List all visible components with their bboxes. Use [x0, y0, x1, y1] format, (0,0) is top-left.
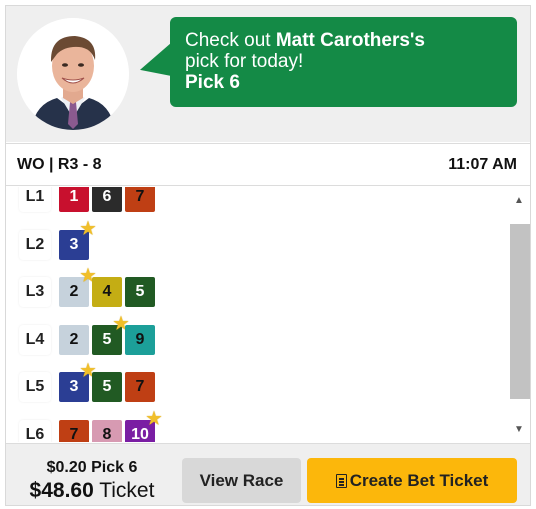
program-number: 9 — [125, 324, 155, 355]
race-info-row: WO | R3 - 8 11:07 AM — [6, 143, 530, 186]
program-number-label: 10 — [131, 425, 149, 443]
program-number: 6 — [92, 187, 122, 212]
leg-label: L5 — [19, 372, 51, 402]
chevron-down-icon[interactable]: ▼ — [508, 422, 530, 438]
program-number: 10 ★ — [125, 410, 162, 443]
program-number-label: 7 — [135, 188, 145, 205]
leg-label: L4 — [19, 324, 51, 355]
star-icon: ★ — [80, 218, 96, 238]
legs-list: L11★67L23★L32★45L425★9L53★57L67810★ — [6, 187, 506, 442]
program-number-label: 2 — [69, 283, 79, 300]
leg-label: L6 — [19, 419, 51, 442]
program-number: 2 ★ — [59, 267, 96, 307]
program-number: 5 — [125, 277, 155, 307]
race-id: WO | R3 - 8 — [17, 156, 102, 173]
program-number-label: 8 — [102, 425, 112, 443]
program-number: 7 — [125, 187, 155, 212]
program-number: 1★ — [59, 187, 96, 212]
race-time: 11:07 AM — [448, 156, 517, 173]
scrollbar-thumb[interactable] — [510, 224, 530, 399]
program-number-label: 5 — [135, 283, 145, 300]
program-number-label: 9 — [135, 330, 145, 348]
chevron-up-icon[interactable]: ▲ — [508, 193, 530, 209]
message-suffix: pick for today! — [185, 51, 304, 72]
program-number-label: 1 — [69, 188, 79, 205]
bet-type: $0.20 Pick 6 — [46, 459, 138, 476]
ticket-total: $48.60 Ticket — [6, 479, 178, 503]
pick-panel: Check out Matt Carothers's pick for toda… — [5, 5, 531, 506]
create-bet-ticket-button[interactable]: Create Bet Ticket — [307, 458, 517, 503]
handicapper-avatar — [17, 18, 129, 130]
speech-bubble: Check out Matt Carothers's pick for toda… — [170, 17, 517, 107]
ticket-total-suffix: Ticket — [93, 479, 155, 502]
leg-label: L2 — [19, 229, 51, 260]
program-number-label: 5 — [102, 330, 112, 348]
program-number-label: 2 — [69, 330, 79, 348]
bet-name: Pick 6 — [185, 72, 240, 93]
create-bet-ticket-label: Create Bet Ticket — [349, 471, 489, 490]
message-prefix: Check out — [185, 30, 276, 51]
program-number-label: 7 — [69, 425, 79, 443]
program-number-label: 4 — [102, 283, 112, 300]
speech-bubble-tail — [140, 42, 172, 88]
view-race-button[interactable]: View Race — [182, 458, 301, 503]
program-number: 8 — [92, 419, 122, 443]
ticket-footer: $0.20 Pick 6 $48.60 Ticket View Race Cre… — [6, 443, 530, 505]
leg-label: L3 — [19, 277, 51, 307]
leg-label: L1 — [19, 187, 51, 212]
program-number: 4 — [92, 277, 122, 307]
program-number-label: 6 — [102, 188, 112, 205]
ticket-icon — [335, 474, 347, 488]
star-icon: ★ — [146, 408, 162, 428]
handicapper-header: Check out Matt Carothers's pick for toda… — [6, 6, 530, 142]
program-number-label: 3 — [69, 235, 79, 253]
legs-scrollbar[interactable]: ▲ ▼ — [508, 187, 530, 442]
program-number: 2 — [59, 324, 89, 355]
program-number: 3 ★ — [59, 220, 96, 260]
program-number: 7 — [59, 419, 89, 443]
ticket-total-amount: $48.60 — [29, 479, 94, 502]
program-number-label: 7 — [135, 378, 145, 395]
program-number: 5 ★ — [92, 315, 129, 355]
program-number-label: 3 — [69, 378, 79, 395]
program-number-label: 5 — [102, 378, 112, 395]
handicapper-name: Matt Carothers's — [275, 30, 425, 51]
program-number: 3 ★ — [59, 362, 96, 402]
program-number: 5 — [92, 372, 122, 402]
program-number: 7 — [125, 372, 155, 402]
